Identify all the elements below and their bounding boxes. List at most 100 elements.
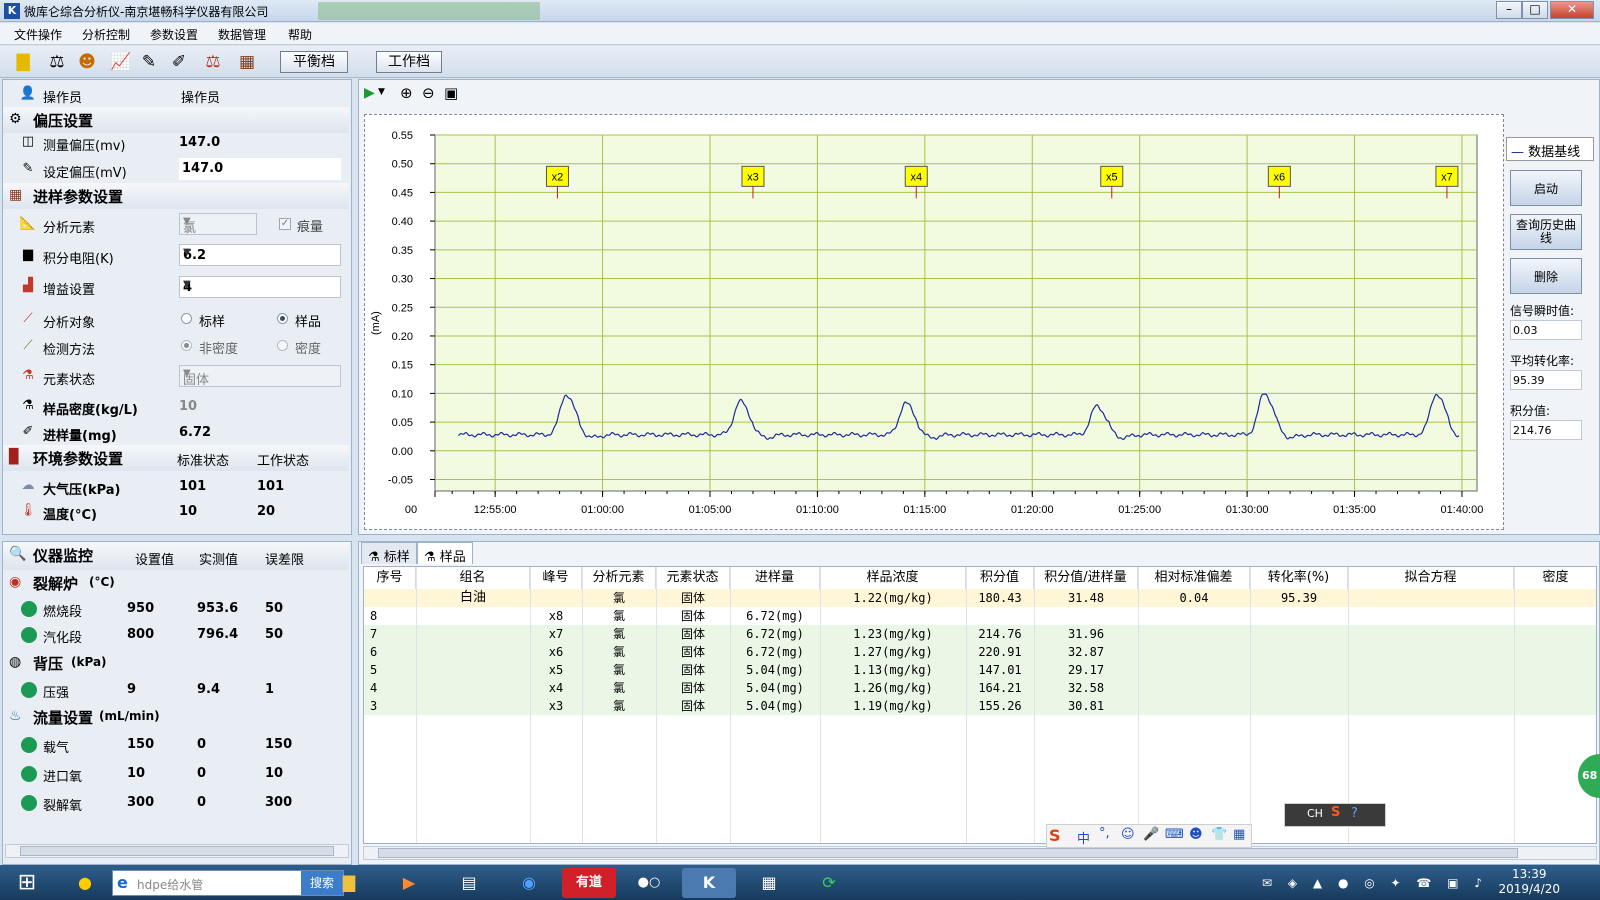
youdao-icon[interactable]: 有道 xyxy=(562,868,616,898)
table-row[interactable]: 6 x6 氯 固体 6.72(mg) 1.27(mg/kg) 220.91 32.87 xyxy=(364,643,1596,661)
table-row[interactable]: 3 x3 氯 固体 5.04(mg) 1.19(mg/kg) 155.26 30.81 xyxy=(364,697,1596,715)
table-horizontal-scrollbar[interactable] xyxy=(363,846,1597,860)
history-curve-button[interactable]: 查询历史曲线 xyxy=(1510,214,1582,250)
state-select[interactable]: 固体 ▼ xyxy=(179,365,341,388)
table-cell xyxy=(1138,697,1250,715)
delete-button[interactable]: 删除 xyxy=(1510,258,1582,294)
method-nondensity-radio[interactable] xyxy=(181,340,192,351)
document-icon[interactable]: ▤ xyxy=(442,868,496,898)
user-icon[interactable]: ☻ xyxy=(76,51,98,73)
backpressure-unit: (kPa) xyxy=(71,655,107,669)
balance-mode-button[interactable]: 平衡档 xyxy=(280,51,348,73)
column-header[interactable]: 积分值/进样量 xyxy=(1034,567,1138,589)
maximize-button[interactable]: □ xyxy=(1522,1,1548,19)
browser-app-icon[interactable]: ● xyxy=(58,868,112,898)
menu-parameters[interactable]: 参数设置 xyxy=(150,26,198,43)
table-row[interactable]: 4 x4 氯 固体 5.04(mg) 1.26(mg/kg) 164.21 32.58 xyxy=(364,679,1596,697)
video-icon[interactable]: ◉ xyxy=(502,868,556,898)
table-row[interactable]: 8 x8 氯 固体 6.72(mg) xyxy=(364,607,1596,625)
menu-analysis-control[interactable]: 分析控制 xyxy=(82,26,130,43)
start-button[interactable]: 启动 xyxy=(1510,170,1582,206)
column-header[interactable]: 拟合方程 xyxy=(1348,567,1514,589)
work-mode-button[interactable]: 工作档 xyxy=(376,51,442,73)
trace-checkbox[interactable]: ✓ xyxy=(279,218,291,230)
folder-icon[interactable]: ▇ xyxy=(322,868,376,898)
background-tab[interactable] xyxy=(318,2,540,20)
scrollbar-thumb[interactable] xyxy=(378,848,1518,858)
zoom-in-icon[interactable]: ⊕ xyxy=(400,84,413,102)
table-cell: 氯 xyxy=(612,591,625,605)
ime-language-label[interactable]: CH xyxy=(1307,807,1323,820)
play-icon[interactable]: ▶ xyxy=(364,85,375,101)
microphone-icon[interactable]: 🎤 xyxy=(1143,827,1159,842)
element-icon: 📐 xyxy=(19,216,37,231)
scrollbar-thumb[interactable] xyxy=(20,846,334,856)
refresh-app-icon[interactable]: ⟳ xyxy=(802,868,856,898)
column-header[interactable]: 进样量 xyxy=(730,567,820,589)
column-header[interactable]: 转化率(%) xyxy=(1250,567,1348,589)
calculator-icon[interactable]: ▦ xyxy=(742,868,796,898)
resistor-select[interactable]: 6.2 ▼ xyxy=(179,244,341,266)
column-header[interactable]: 密度 xyxy=(1514,567,1596,589)
ime-chinese-toggle[interactable]: 中 xyxy=(1077,828,1090,847)
results-table: 序号 组名 峰号 分析元素 元素状态 进样量 样品浓度 积分值 积分值/进样量 相对标准偏差 转化率… xyxy=(363,566,1597,844)
measure-bias-row: ◫ 测量偏压(mv) 147.0 xyxy=(3,130,343,156)
media-player-icon[interactable]: ▶ xyxy=(382,868,436,898)
column-header[interactable]: 组名 xyxy=(416,567,530,589)
zoom-out-icon[interactable]: ⊖ xyxy=(422,84,435,102)
user-icon[interactable]: ☻ xyxy=(1189,827,1203,842)
minimize-button[interactable]: – xyxy=(1496,1,1522,19)
syringe-icon[interactable]: ✐ xyxy=(168,51,190,73)
tab-standard[interactable]: ⚗ 标样 xyxy=(361,542,417,565)
target-standard-radio[interactable] xyxy=(181,313,192,324)
file-icon[interactable]: ▇ xyxy=(12,51,34,73)
pipette-icon[interactable]: ✎ xyxy=(138,51,160,73)
system-tray[interactable]: ✉ ◈ ▲ ● ◎ ✦ ☎ ▣ ♪ xyxy=(1260,868,1490,898)
tab-standard-label: 标样 xyxy=(383,550,410,565)
scale-chart-icon[interactable]: ⚖ xyxy=(202,51,224,73)
help-icon[interactable]: ? xyxy=(1351,806,1358,821)
save-icon[interactable]: ▣ xyxy=(444,84,458,102)
table-cell: 155.26 xyxy=(978,699,1022,713)
calculator-icon[interactable]: ▦ xyxy=(236,51,258,73)
column-header[interactable]: 序号 xyxy=(364,567,416,589)
tab-sample[interactable]: ⚗ 样品 xyxy=(417,542,473,565)
table-row[interactable]: 7 x7 氯 固体 6.72(mg) 1.23(mg/kg) 214.76 31.96 xyxy=(364,625,1596,643)
ime-punctuation-toggle[interactable]: °, xyxy=(1099,826,1110,841)
sogou-logo-icon[interactable]: S xyxy=(1049,826,1061,845)
balance-icon[interactable]: ⚖ xyxy=(46,51,68,73)
shirt-icon[interactable]: 👕 xyxy=(1211,827,1227,842)
set-bias-input[interactable]: 147.0 xyxy=(179,158,341,180)
column-header[interactable]: 峰号 xyxy=(530,567,582,589)
column-header[interactable]: 样品浓度 xyxy=(820,567,966,589)
table-row[interactable]: 5 x5 氯 固体 5.04(mg) 1.13(mg/kg) 147.01 29.17 xyxy=(364,661,1596,679)
column-header[interactable]: 积分值 xyxy=(966,567,1034,589)
target-sample-radio[interactable] xyxy=(277,313,288,324)
chevron-down-icon[interactable]: ▼ xyxy=(378,87,385,97)
recorder-icon[interactable]: ●○ xyxy=(622,868,676,898)
taskbar-search-box[interactable]: e hdpe给水管 搜索 xyxy=(112,870,344,896)
sogou-logo-icon[interactable]: S xyxy=(1331,805,1340,820)
method-density-radio[interactable] xyxy=(277,340,288,351)
left-horizontal-scrollbar[interactable] xyxy=(5,844,349,858)
chart-icon[interactable]: 📈 xyxy=(110,51,132,73)
column-header[interactable]: 相对标准偏差 xyxy=(1138,567,1250,589)
amount-value: 6.72 xyxy=(179,425,212,440)
table-row[interactable]: 白油 氯 固体 1.22(mg/kg) 180.43 31.48 0.04 95.39 xyxy=(364,589,1596,607)
element-select[interactable]: 氯 ▼ xyxy=(179,213,257,236)
grid-icon[interactable]: ▦ xyxy=(1233,827,1245,842)
close-button[interactable]: ✕ xyxy=(1550,1,1594,19)
sampling-section-header: ▦ 进样参数设置 xyxy=(3,183,349,209)
emoji-icon[interactable]: ☺ xyxy=(1121,827,1135,842)
analyzer-app-icon[interactable]: K xyxy=(682,868,736,898)
system-clock[interactable]: 13:39 2019/4/20 xyxy=(1498,867,1560,897)
menu-help[interactable]: 帮助 xyxy=(288,26,312,43)
search-input[interactable]: hdpe给水管 xyxy=(137,876,203,893)
column-header[interactable]: 元素状态 xyxy=(656,567,730,589)
start-menu-icon[interactable]: ⊞ xyxy=(2,868,52,898)
menu-file[interactable]: 文件操作 xyxy=(14,26,62,43)
keyboard-icon[interactable]: ⌨ xyxy=(1165,827,1184,842)
column-header[interactable]: 分析元素 xyxy=(582,567,656,589)
gain-select[interactable]: 4 ▼ xyxy=(179,276,341,298)
menu-data[interactable]: 数据管理 xyxy=(218,26,266,43)
